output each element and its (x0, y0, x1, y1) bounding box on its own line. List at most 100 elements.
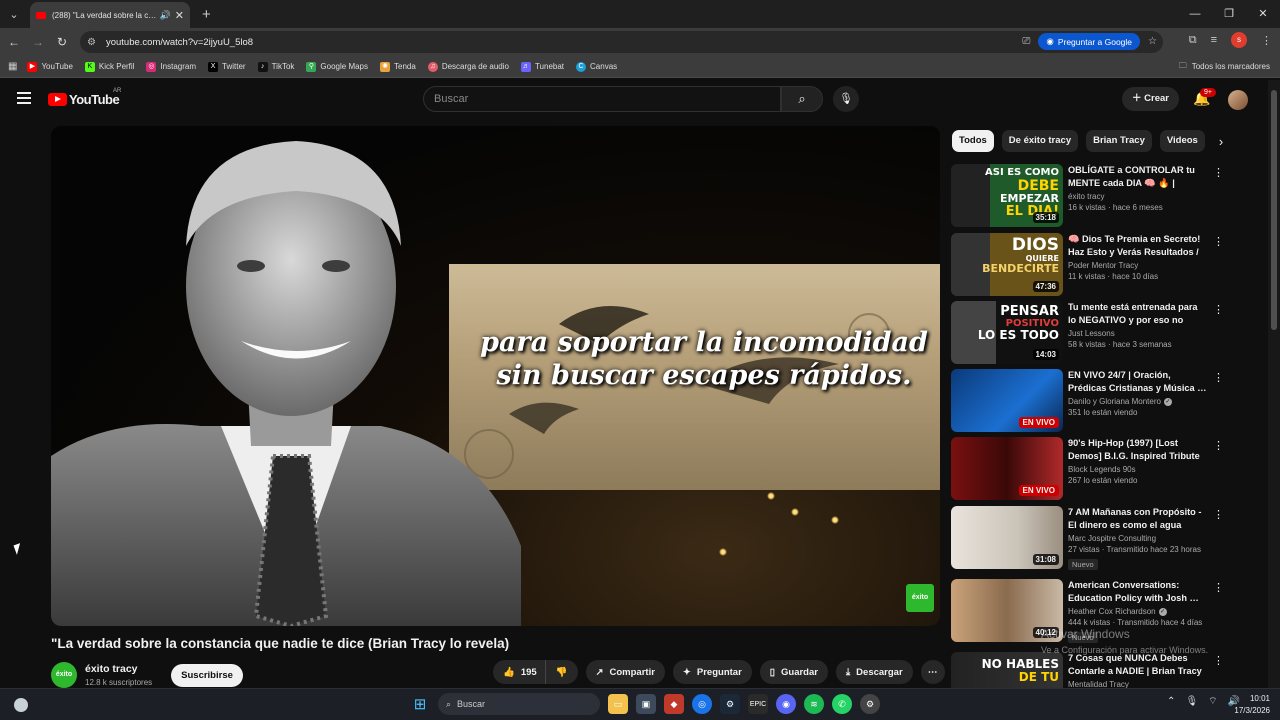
more-options-icon[interactable]: ⋮ (1213, 439, 1224, 452)
bookmark-tunebat[interactable]: ♬ Tunebat (520, 61, 564, 72)
search-input[interactable]: Buscar (423, 86, 781, 112)
browser-tab-active[interactable]: (288) "La verdad sobre la c… 🔊 ✕ (30, 2, 190, 28)
reload-button[interactable]: ↻ (50, 35, 74, 49)
whatsapp-icon[interactable]: ✆ (832, 694, 852, 714)
page-scrollbar[interactable] (1268, 80, 1280, 688)
extensions-icon[interactable]: ⧉ (1189, 34, 1197, 47)
voice-search-button[interactable]: 🎙 (833, 86, 859, 112)
app-icon[interactable]: ◆ (664, 694, 684, 714)
chip-brian-tracy[interactable]: Brian Tracy (1086, 130, 1152, 152)
bookmark-canvas[interactable]: C Canvas (576, 61, 617, 72)
scrollbar-thumb[interactable] (1271, 90, 1277, 330)
discord-icon[interactable]: ◉ (776, 694, 796, 714)
recommendation-item[interactable]: EN VIVO 90's Hip-Hop (1997) [Lost Demos]… (951, 437, 1224, 501)
microphone-tray-icon[interactable]: 🎙 (1185, 696, 1198, 707)
bookmark-instagram[interactable]: ◎ Instagram (146, 61, 196, 72)
channel-name[interactable]: éxito tracy (85, 663, 152, 675)
more-options-icon[interactable]: ⋮ (1213, 166, 1224, 179)
more-options-icon[interactable]: ⋮ (1213, 235, 1224, 248)
recommendation-title[interactable]: American Conversations: Education Policy… (1068, 579, 1208, 605)
ask-google-button[interactable]: ◉ Preguntar a Google (1038, 33, 1141, 50)
create-button[interactable]: ＋ Crear (1122, 87, 1179, 111)
forward-button[interactable]: → (26, 35, 50, 49)
recommendation-title[interactable]: EN VIVO 24/7 | Oración, Prédicas Cristia… (1068, 369, 1208, 395)
chevron-right-icon[interactable]: › (1219, 134, 1223, 149)
speaker-icon[interactable]: 🔊 (160, 10, 171, 21)
taskbar-search[interactable]: ⌕ Buscar (438, 693, 600, 715)
browser-menu-icon[interactable]: ⋮ (1261, 34, 1272, 47)
recommendation-title[interactable]: Tu mente está entrenada para lo NEGATIVO… (1068, 301, 1208, 327)
chip-videos[interactable]: Videos (1159, 130, 1205, 152)
save-button[interactable]: ▯ Guardar (759, 660, 828, 684)
bookmark-youtube[interactable]: ▶ YouTube (27, 61, 73, 72)
url-text[interactable]: youtube.com/watch?v=2ijyuU_5lo8 (106, 37, 253, 48)
profile-avatar[interactable]: s (1231, 32, 1247, 48)
store-icon[interactable]: ▣ (636, 694, 656, 714)
more-options-icon[interactable]: ⋮ (1213, 371, 1224, 384)
apps-grid-icon[interactable]: ▦ (8, 61, 17, 72)
bookmark-tiktok[interactable]: ♪ TikTok (257, 61, 294, 72)
bookmark-descarga-audio[interactable]: ♫ Descarga de audio (427, 61, 509, 72)
chip-todos[interactable]: Todos (952, 130, 994, 152)
bookmark-kick[interactable]: K Kick Perfil (84, 61, 134, 72)
recommendation-title[interactable]: 90's Hip-Hop (1997) [Lost Demos] B.I.G. … (1068, 437, 1208, 463)
recommendation-title[interactable]: 7 AM Mañanas con Propósito - El dinero e… (1068, 506, 1208, 532)
site-info-icon[interactable]: ⚙ (87, 37, 96, 48)
recommendation-item[interactable]: ASI ES COMO DEBE EMPEZAR EL DIA! 35:18 OBLÍ… (951, 164, 1224, 228)
subscribe-button[interactable]: Suscribirse (171, 663, 243, 687)
chrome-icon[interactable]: ◎ (692, 694, 712, 714)
cast-icon[interactable]: ⎚ (1022, 36, 1030, 47)
system-clock[interactable]: 10:01 17/3/2026 (1234, 693, 1270, 717)
settings-gear-icon[interactable]: ⚙ (860, 694, 880, 714)
account-avatar[interactable] (1228, 90, 1248, 110)
recommendation-item[interactable]: DIOS QUIERE BENDECIRTE 47:36 🧠 Dios Te Pre… (951, 233, 1224, 297)
media-controls-icon[interactable]: ≡ (1211, 34, 1217, 46)
back-button[interactable]: ← (2, 35, 26, 49)
video-player[interactable]: para soportar la incomodidad sin buscar … (51, 126, 940, 626)
more-options-icon[interactable]: ⋮ (1213, 508, 1224, 521)
recommendation-title[interactable]: OBLÍGATE a CONTROLAR tu MENTE cada DIA 🧠… (1068, 164, 1208, 190)
close-tab-icon[interactable]: ✕ (175, 9, 184, 22)
download-button[interactable]: ⤓ Descargar (835, 660, 913, 684)
video-thumbnail[interactable]: ASI ES COMO DEBE EMPEZAR EL DIA! 35:18 (951, 164, 1063, 227)
more-options-icon[interactable]: ⋮ (1213, 654, 1219, 667)
ask-button[interactable]: ✦ Preguntar (672, 660, 752, 684)
close-window-button[interactable]: ✕ (1246, 0, 1280, 28)
youtube-logo[interactable]: YouTube AR (48, 88, 121, 107)
video-thumbnail[interactable]: PENSAR POSITIVO LO ES TODO 14:03 (951, 301, 1063, 364)
video-thumbnail[interactable]: 31:08 (951, 506, 1063, 569)
all-bookmarks-folder[interactable]: 🗀 Todos los marcadores (1179, 60, 1270, 74)
weather-icon[interactable] (14, 698, 28, 712)
windows-start-icon[interactable]: ⊞ (410, 694, 430, 714)
tray-chevron-up-icon[interactable]: ⌃ (1167, 696, 1175, 707)
recommendation-title[interactable]: 🧠 Dios Te Premia en Secreto! Haz Esto y … (1068, 233, 1208, 259)
recommendation-item[interactable]: EN VIVO EN VIVO 24/7 | Oración, Prédicas… (951, 369, 1224, 433)
more-options-icon[interactable]: ⋮ (1213, 303, 1224, 316)
dislike-button[interactable]: 👎 (544, 660, 578, 684)
share-button[interactable]: ↗ Compartir (585, 660, 665, 684)
restore-button[interactable]: ❐ (1212, 0, 1246, 28)
wifi-icon[interactable]: ⌔ (1208, 695, 1217, 708)
recommendation-item[interactable]: 31:08 7 AM Mañanas con Propósito - El di… (951, 506, 1224, 570)
steam-icon[interactable]: ⚙ (720, 694, 740, 714)
bookmark-star-icon[interactable]: ☆ (1148, 36, 1157, 47)
more-options-icon[interactable]: ⋮ (1213, 581, 1224, 594)
like-button[interactable]: 👍 195 (493, 660, 545, 684)
new-tab-button[interactable]: + (202, 6, 211, 23)
video-thumbnail[interactable]: EN VIVO (951, 369, 1063, 432)
minimize-button[interactable]: — (1178, 0, 1212, 28)
file-explorer-icon[interactable]: ▭ (608, 694, 628, 714)
recommendation-item[interactable]: PENSAR POSITIVO LO ES TODO 14:03 Tu mente … (951, 301, 1224, 365)
tab-search-button[interactable]: ⌄ (4, 5, 24, 23)
bookmark-google-maps[interactable]: ⚲ Google Maps (306, 61, 368, 72)
spotify-icon[interactable]: ≋ (804, 694, 824, 714)
bookmark-tenda[interactable]: ✺ Tenda (380, 61, 416, 72)
epic-games-icon[interactable]: EPIC (748, 694, 768, 714)
video-thumbnail[interactable]: EN VIVO (951, 437, 1063, 500)
menu-icon[interactable] (17, 92, 31, 104)
video-thumbnail[interactable]: DIOS QUIERE BENDECIRTE 47:36 (951, 233, 1063, 296)
more-actions-button[interactable]: ⋯ (920, 660, 945, 684)
channel-watermark[interactable]: éxito (906, 584, 934, 612)
search-button[interactable]: ⌕ (781, 86, 823, 112)
address-bar[interactable]: ⚙ youtube.com/watch?v=2ijyuU_5lo8 ⎚ ◉ Pre… (80, 31, 1163, 53)
